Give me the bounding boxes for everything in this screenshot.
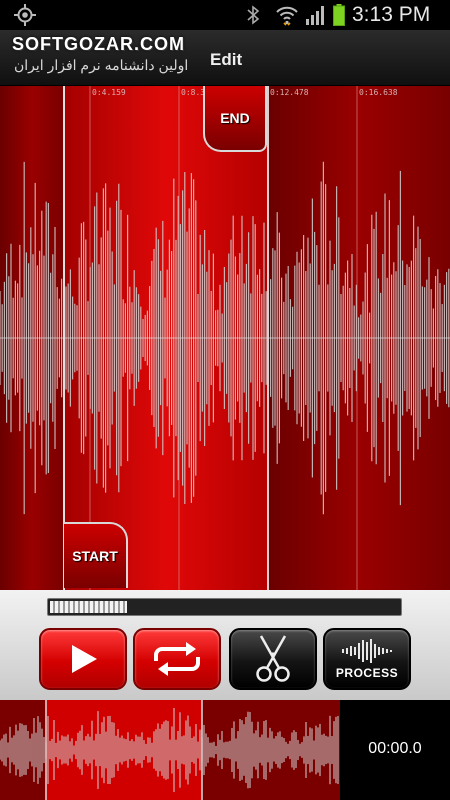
scissors-icon — [256, 635, 290, 682]
control-panel: PROCESS — [0, 590, 450, 700]
overview-waveform[interactable] — [0, 700, 340, 800]
status-bar: 3:13 PM — [0, 0, 450, 30]
loop-button[interactable] — [133, 628, 221, 690]
start-handle-label: START — [72, 548, 118, 564]
title-bar: SOFTGOZAR.COM اولین دانشنامه نرم افزار ا… — [0, 30, 450, 86]
waveform-editor[interactable]: 0:4.159 0:8.318 0:12.478 0:16.638 — [0, 86, 450, 590]
cut-button[interactable] — [229, 628, 317, 690]
playback-time: 00:00.0 — [368, 740, 422, 757]
status-time: 3:13 PM — [352, 3, 431, 26]
page-title: Edit — [210, 50, 243, 69]
start-handle[interactable]: START — [64, 522, 128, 588]
wifi-icon — [276, 6, 298, 26]
overview-unselected-left — [0, 700, 46, 800]
overview-strip[interactable]: 00:00.0 — [0, 700, 450, 800]
overview-unselected-right — [202, 700, 340, 800]
end-handle[interactable]: END — [203, 86, 267, 152]
gps-icon — [14, 4, 36, 26]
bluetooth-icon — [247, 5, 260, 25]
time-marker-1: 0:4.159 — [92, 88, 126, 97]
battery-icon — [333, 4, 345, 26]
time-marker-4: 0:16.638 — [359, 88, 398, 97]
end-handle-label: END — [220, 110, 250, 126]
process-wave-icon — [342, 639, 392, 663]
loop-icon — [154, 642, 200, 676]
play-button[interactable] — [39, 628, 127, 690]
progress-bar — [47, 598, 402, 616]
signal-icon — [306, 6, 324, 25]
watermark-tagline: اولین دانشنامه نرم افزار ایران — [14, 57, 189, 73]
waveform-canvas[interactable]: 0:4.159 0:8.318 0:12.478 0:16.638 — [0, 86, 450, 590]
process-label: PROCESS — [335, 666, 399, 680]
play-icon — [72, 645, 97, 673]
process-button[interactable]: PROCESS — [323, 628, 411, 690]
time-marker-3: 0:12.478 — [270, 88, 309, 97]
progress-fill — [50, 601, 127, 613]
watermark-name: SOFTGOZAR.COM — [12, 34, 185, 54]
